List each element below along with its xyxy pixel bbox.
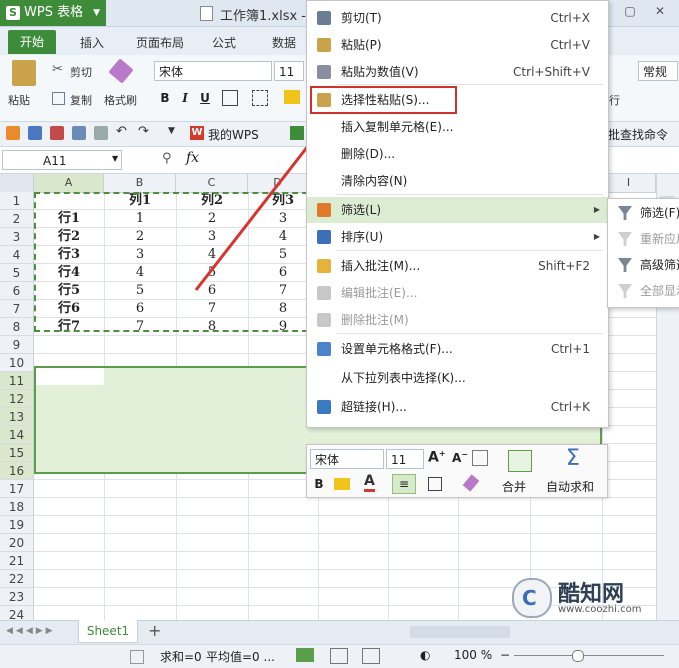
context-menu-item[interactable]: 编辑批注(E)... [307,280,608,306]
context-menu-item-label: 从下拉列表中选择(K)... [341,371,466,385]
context-menu-shortcut: Ctrl+Shift+V [513,65,590,79]
merge-button[interactable]: 合并 [502,478,526,495]
menu-separator [337,250,603,251]
funnel-icon [618,258,632,272]
filter-icon [317,203,331,217]
context-menu-shortcut: Ctrl+X [550,11,590,25]
submenu-arrow-icon: ▶ [593,205,600,214]
mini-fill-color-icon[interactable] [334,478,350,490]
context-menu-item-label: 删除批注(M) [341,313,409,327]
highlight-box [310,86,457,114]
context-menu-item[interactable]: 粘贴(P) Ctrl+V [307,32,608,58]
watermark: C 酷知网 www.coozhi.com [508,570,678,622]
filter-submenu-label: 筛选(F) [640,206,679,220]
context-menu-item-label: 筛选(L) [341,203,382,217]
context-menu-item[interactable]: 删除(D)... [307,141,608,167]
context-menu-item-label: 超链接(H)... [341,400,407,414]
context-menu-item[interactable]: 清除内容(N) [307,168,608,194]
mini-font-name-select[interactable]: 宋体 [310,449,384,469]
context-menu-item[interactable]: 排序(U) ▶ [307,224,608,250]
paste-values-icon [317,65,331,79]
context-menu-item-label: 粘贴(P) [341,38,382,52]
context-menu-item-label: 排序(U) [341,230,384,244]
filter-submenu-item[interactable]: 高级筛选 [608,252,679,278]
menu-separator [337,194,603,195]
context-menu-item-label: 插入复制单元格(E)... [341,120,454,134]
context-menu-item[interactable]: 删除批注(M) [307,307,608,333]
shrink-font-icon[interactable]: A− [452,450,468,465]
context-menu-item-label: 粘贴为数值(V) [341,65,419,79]
context-menu-item[interactable]: 筛选(L) ▶ [307,197,608,223]
sigma-icon[interactable]: Σ [566,446,580,471]
submenu-arrow-icon: ▶ [593,232,600,241]
autosum-button[interactable]: 自动求和 [546,478,594,495]
watermark-url: www.coozhi.com [558,604,642,615]
format-cells-icon [317,342,331,356]
funnel-icon [618,284,632,298]
menu-separator [337,84,603,85]
context-menu-item-label: 插入批注(M)... [341,259,421,273]
context-menu-item[interactable]: 粘贴为数值(V) Ctrl+Shift+V [307,59,608,85]
funnel-icon [618,206,632,220]
paste-icon [317,38,331,52]
mini-font-size-select[interactable]: 11 [386,449,424,469]
context-menu-shortcut: Ctrl+V [550,38,590,52]
context-menu-shortcut: Ctrl+K [550,400,590,414]
context-menu-item[interactable]: 插入批注(M)... Shift+F2 [307,253,608,279]
merge-icon[interactable] [508,450,532,472]
menu-separator [337,333,603,334]
watermark-logo-icon: C [512,578,552,618]
context-menu-item-label: 删除(D)... [341,147,396,161]
context-menu-item[interactable]: 超链接(H)... Ctrl+K [307,394,608,420]
context-menu-item-label: 剪切(T) [341,11,382,25]
scissors-icon [317,11,331,25]
context-menu-item[interactable]: 插入复制单元格(E)... [307,114,608,140]
context-menu-item-label: 清除内容(N) [341,174,408,188]
comment-icon [317,259,331,273]
sort-icon [317,230,331,244]
grow-font-icon[interactable]: A+ [428,449,446,466]
context-menu-item[interactable]: 从下拉列表中选择(K)... [307,365,608,391]
filter-submenu-label: 全部显示 [640,284,679,298]
context-menu-item[interactable]: 设置单元格格式(F)... Ctrl+1 [307,336,608,362]
context-menu-shortcut: Shift+F2 [538,259,590,273]
hyperlink-icon [317,400,331,414]
mini-bold-button[interactable]: B [310,474,328,494]
edit-comment-icon [317,286,331,300]
filter-submenu-item[interactable]: 全部显示 [608,278,679,304]
filter-submenu-label: 重新应用 [640,232,679,246]
filter-submenu-item[interactable]: 重新应用 [608,226,679,252]
filter-submenu-item[interactable]: 筛选(F) [608,200,679,226]
mini-font-color-icon[interactable]: A [364,474,375,492]
wrap-text-icon[interactable] [472,450,488,466]
context-menu-item[interactable]: 剪切(T) Ctrl+X [307,5,608,31]
funnel-icon [618,232,632,246]
context-menu-item-label: 设置单元格格式(F)... [341,342,453,356]
delete-comment-icon [317,313,331,327]
mini-border-icon[interactable] [428,477,442,491]
context-menu-item-label: 编辑批注(E)... [341,286,418,300]
align-center-icon[interactable]: ≡ [392,474,416,494]
filter-submenu-label: 高级筛选 [640,258,679,272]
watermark-logo-mark-icon: C [522,586,537,610]
context-menu-shortcut: Ctrl+1 [550,342,590,356]
